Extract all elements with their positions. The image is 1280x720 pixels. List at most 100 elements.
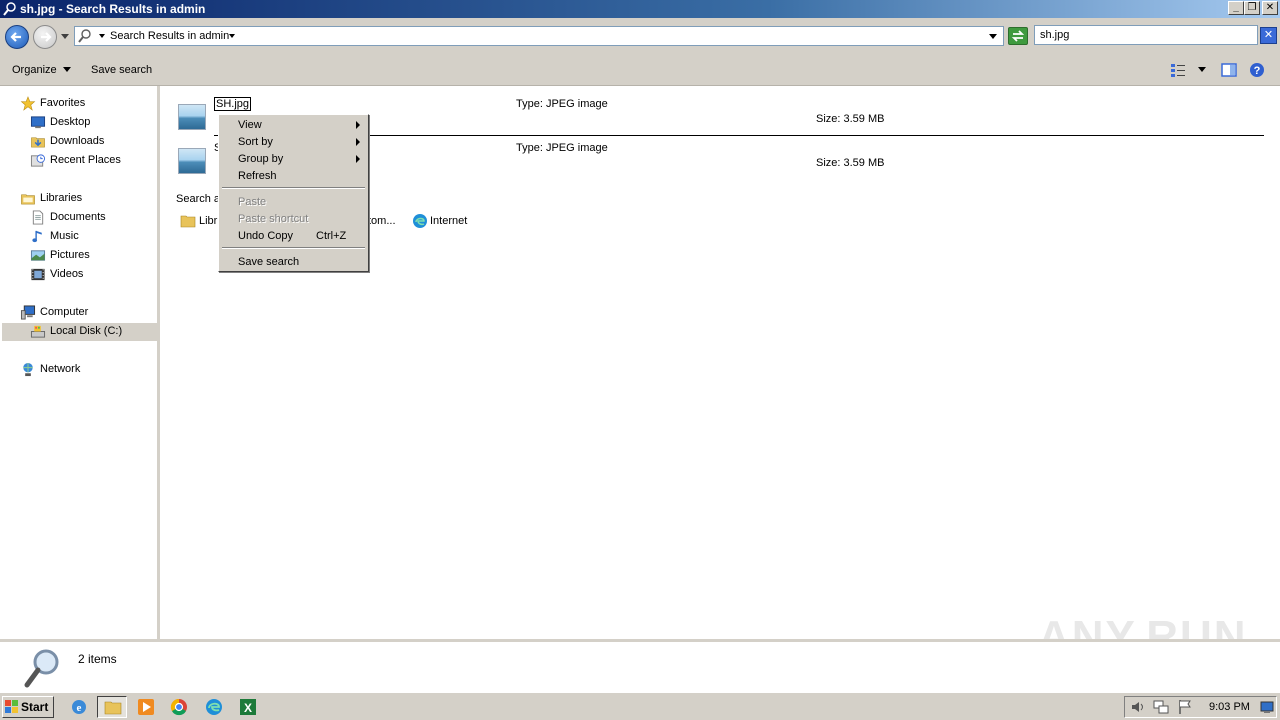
- taskbar-edge[interactable]: [199, 696, 229, 718]
- forward-button[interactable]: [33, 25, 57, 49]
- nav-desktop[interactable]: Desktop: [30, 114, 150, 132]
- search-input[interactable]: sh.jpg: [1034, 25, 1258, 45]
- edge-browser-icon: [413, 214, 427, 228]
- search-folder-icon: [78, 29, 91, 43]
- organize-label: Organize: [12, 64, 57, 76]
- clock[interactable]: 9:03 PM: [1209, 701, 1250, 713]
- svg-text:X: X: [244, 701, 252, 715]
- file-type: Type: JPEG image: [516, 142, 608, 154]
- address-dropdown-icon[interactable]: [989, 34, 997, 40]
- row-separator: [214, 135, 1264, 136]
- minimize-button[interactable]: _: [1228, 1, 1244, 15]
- taskbar-excel[interactable]: X: [233, 696, 263, 718]
- close-button[interactable]: ✕: [1262, 1, 1278, 15]
- restore-button[interactable]: ❐: [1244, 1, 1260, 15]
- image-thumbnail-icon[interactable]: [178, 104, 206, 130]
- breadcrumb[interactable]: Search Results in admin: [110, 30, 229, 42]
- nav-label: Desktop: [50, 116, 91, 128]
- view-options-icon[interactable]: [1170, 62, 1186, 78]
- menu-item-undo-copy[interactable]: Undo Copy Ctrl+Z: [221, 227, 366, 244]
- system-tray: 9:03 PM: [1124, 696, 1277, 718]
- nav-label: Computer: [40, 306, 89, 318]
- explorer-folder-icon: [104, 701, 122, 715]
- submenu-arrow-icon: [356, 155, 360, 163]
- view-dropdown-icon[interactable]: [1198, 67, 1206, 73]
- nav-music[interactable]: Music: [30, 228, 150, 246]
- breadcrumb-chevron-icon[interactable]: [99, 34, 105, 40]
- nav-label: Videos: [50, 268, 84, 280]
- save-search-button[interactable]: Save search: [91, 64, 152, 76]
- search-again-internet[interactable]: Internet: [430, 215, 467, 227]
- search-again-custom[interactable]: tom...: [368, 215, 396, 227]
- desktop-icon: [30, 116, 46, 129]
- preview-pane-icon[interactable]: [1221, 62, 1237, 78]
- image-thumbnail-icon[interactable]: [178, 148, 206, 174]
- computer-icon: [20, 305, 36, 320]
- save-search-label: Save search: [91, 64, 153, 76]
- chrome-icon: [170, 698, 187, 716]
- local-disk-icon: [30, 325, 46, 338]
- nav-label: Recent Places: [50, 154, 121, 166]
- refresh-button[interactable]: [1008, 27, 1028, 45]
- nav-downloads[interactable]: Downloads: [30, 133, 150, 151]
- action-center-flag-icon[interactable]: [1177, 699, 1193, 715]
- documents-icon: [32, 210, 44, 225]
- taskbar-chrome[interactable]: [164, 696, 194, 718]
- menu-item-save-search[interactable]: Save search: [221, 253, 366, 270]
- file-name[interactable]: SH.jpg: [214, 97, 252, 111]
- nav-local-disk[interactable]: Local Disk (C:): [2, 323, 157, 341]
- nav-pictures[interactable]: Pictures: [30, 247, 150, 265]
- taskbar-media-player[interactable]: [131, 696, 161, 718]
- address-field[interactable]: Search Results in admin: [74, 26, 1004, 46]
- nav-videos[interactable]: Videos: [30, 266, 150, 284]
- title-bar: sh.jpg - Search Results in admin _ ❐ ✕: [0, 0, 1280, 18]
- organize-button[interactable]: Organize: [12, 64, 57, 76]
- menu-item-paste-shortcut: Paste shortcut: [221, 210, 366, 227]
- search-again-libraries[interactable]: Libr: [199, 215, 217, 227]
- search-input-value: sh.jpg: [1040, 29, 1070, 41]
- menu-item-sort-by[interactable]: Sort by: [221, 133, 366, 150]
- taskbar-explorer[interactable]: [97, 696, 127, 718]
- nav-label: Documents: [50, 211, 106, 223]
- network-icon: [23, 362, 33, 377]
- taskbar-ie[interactable]: e: [64, 696, 94, 718]
- menu-item-view[interactable]: View: [221, 116, 366, 133]
- start-button[interactable]: Start: [2, 696, 54, 718]
- show-desktop-icon[interactable]: [1260, 700, 1274, 714]
- menu-label: Undo Copy: [238, 230, 294, 242]
- file-size: Size: 3.59 MB: [816, 113, 885, 125]
- clear-search-button[interactable]: ✕: [1260, 27, 1277, 44]
- nav-computer[interactable]: Computer: [20, 304, 140, 322]
- start-label: Start: [21, 700, 49, 714]
- menu-label: Sort by: [238, 136, 273, 148]
- search-magnifier-icon: [24, 649, 59, 688]
- menu-item-group-by[interactable]: Group by: [221, 150, 366, 167]
- breadcrumb-dropdown-icon[interactable]: [229, 34, 235, 40]
- volume-icon[interactable]: [1130, 699, 1146, 715]
- nav-label: Libraries: [40, 192, 83, 204]
- star-icon: [20, 96, 36, 111]
- menu-item-refresh[interactable]: Refresh: [221, 167, 366, 184]
- details-pane: 2 items: [0, 639, 1280, 692]
- nav-label: Local Disk (C:): [50, 325, 123, 337]
- network-tray-icon[interactable]: [1153, 699, 1169, 715]
- organize-dropdown-icon[interactable]: [63, 67, 71, 73]
- search-window-icon: [3, 2, 16, 16]
- nav-label: Music: [50, 230, 79, 242]
- address-bar: Search Results in admin sh.jpg ✕: [0, 18, 1280, 54]
- menu-item-paste: Paste: [221, 193, 366, 210]
- nav-network[interactable]: Network: [20, 361, 140, 379]
- nav-documents[interactable]: Documents: [30, 209, 150, 227]
- internet-explorer-icon: e: [72, 700, 86, 714]
- music-icon: [32, 230, 42, 243]
- nav-favorites[interactable]: Favorites: [20, 95, 140, 113]
- edge-icon: [206, 699, 222, 715]
- menu-separator: [222, 247, 365, 249]
- nav-recent-places[interactable]: Recent Places: [30, 152, 150, 170]
- nav-libraries[interactable]: Libraries: [20, 190, 140, 208]
- recent-places-icon: [30, 154, 46, 167]
- help-icon[interactable]: ?: [1249, 62, 1265, 78]
- pictures-icon: [30, 250, 46, 261]
- back-button[interactable]: [5, 25, 29, 49]
- history-dropdown-icon[interactable]: [61, 34, 69, 40]
